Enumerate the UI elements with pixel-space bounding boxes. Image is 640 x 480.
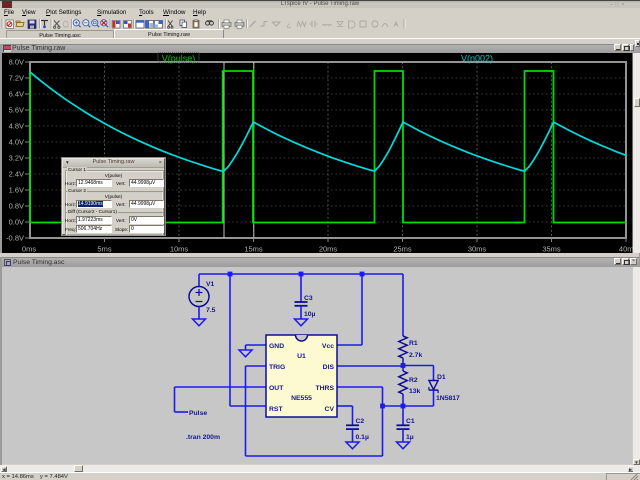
svg-text:20ms: 20ms <box>319 245 338 254</box>
svg-text:GND: GND <box>269 343 284 350</box>
svg-text:R1: R1 <box>409 340 418 347</box>
svg-text:OUT: OUT <box>269 385 284 392</box>
svg-text:2.4V: 2.4V <box>9 170 24 179</box>
svg-text:15ms: 15ms <box>244 245 263 254</box>
svg-text:C1: C1 <box>406 418 415 425</box>
svg-text:7.2V: 7.2V <box>9 74 24 83</box>
svg-text:5ms: 5ms <box>97 245 111 254</box>
svg-text:TRIG: TRIG <box>269 364 285 371</box>
svg-text:0ms: 0ms <box>22 245 36 254</box>
svg-text:40m: 40m <box>619 245 634 254</box>
svg-text:10ms: 10ms <box>170 245 189 254</box>
svg-text:30ms: 30ms <box>468 245 487 254</box>
svg-text:1.6V: 1.6V <box>9 186 24 195</box>
svg-text:1N5817: 1N5817 <box>436 395 460 402</box>
svg-text:C2: C2 <box>356 418 365 425</box>
svg-text:DIS: DIS <box>323 364 335 371</box>
svg-text:25ms: 25ms <box>393 245 412 254</box>
svg-text:4.0V: 4.0V <box>9 138 24 147</box>
svg-text:Pulse: Pulse <box>189 410 207 417</box>
svg-text:¿: ¿ <box>286 19 291 29</box>
svg-text:7.5: 7.5 <box>206 307 216 314</box>
svg-text:3.2V: 3.2V <box>9 154 24 163</box>
svg-text:5.6V: 5.6V <box>9 106 24 115</box>
svg-text:0.1µ: 0.1µ <box>356 434 369 441</box>
svg-text:V(pulse): V(pulse) <box>162 54 196 64</box>
svg-text:Vcc: Vcc <box>322 343 334 350</box>
svg-text:C3: C3 <box>304 295 313 302</box>
svg-text:.tran 200m: .tran 200m <box>186 434 220 441</box>
svg-text:D1: D1 <box>437 374 446 381</box>
svg-text:35ms: 35ms <box>542 245 561 254</box>
svg-text:13k: 13k <box>409 388 421 395</box>
svg-text:CV: CV <box>325 406 335 413</box>
svg-text:R2: R2 <box>409 377 418 384</box>
svg-text:0.0V: 0.0V <box>9 218 24 227</box>
svg-text:V(n002): V(n002) <box>461 54 493 64</box>
svg-text:6.4V: 6.4V <box>9 90 24 99</box>
svg-text:THRS: THRS <box>315 385 334 392</box>
svg-text:RST: RST <box>269 406 283 413</box>
svg-text:8.0V: 8.0V <box>9 58 24 67</box>
svg-text:2.7k: 2.7k <box>409 352 422 359</box>
svg-text:0.8V: 0.8V <box>9 202 24 211</box>
svg-text:U1: U1 <box>297 353 306 360</box>
svg-text:NE555: NE555 <box>291 395 312 402</box>
svg-text:4.8V: 4.8V <box>9 122 24 131</box>
svg-text:1µ: 1µ <box>406 434 414 441</box>
svg-text:10µ: 10µ <box>304 311 316 318</box>
svg-text:-0.8V: -0.8V <box>6 234 24 243</box>
svg-text:V1: V1 <box>206 281 215 288</box>
